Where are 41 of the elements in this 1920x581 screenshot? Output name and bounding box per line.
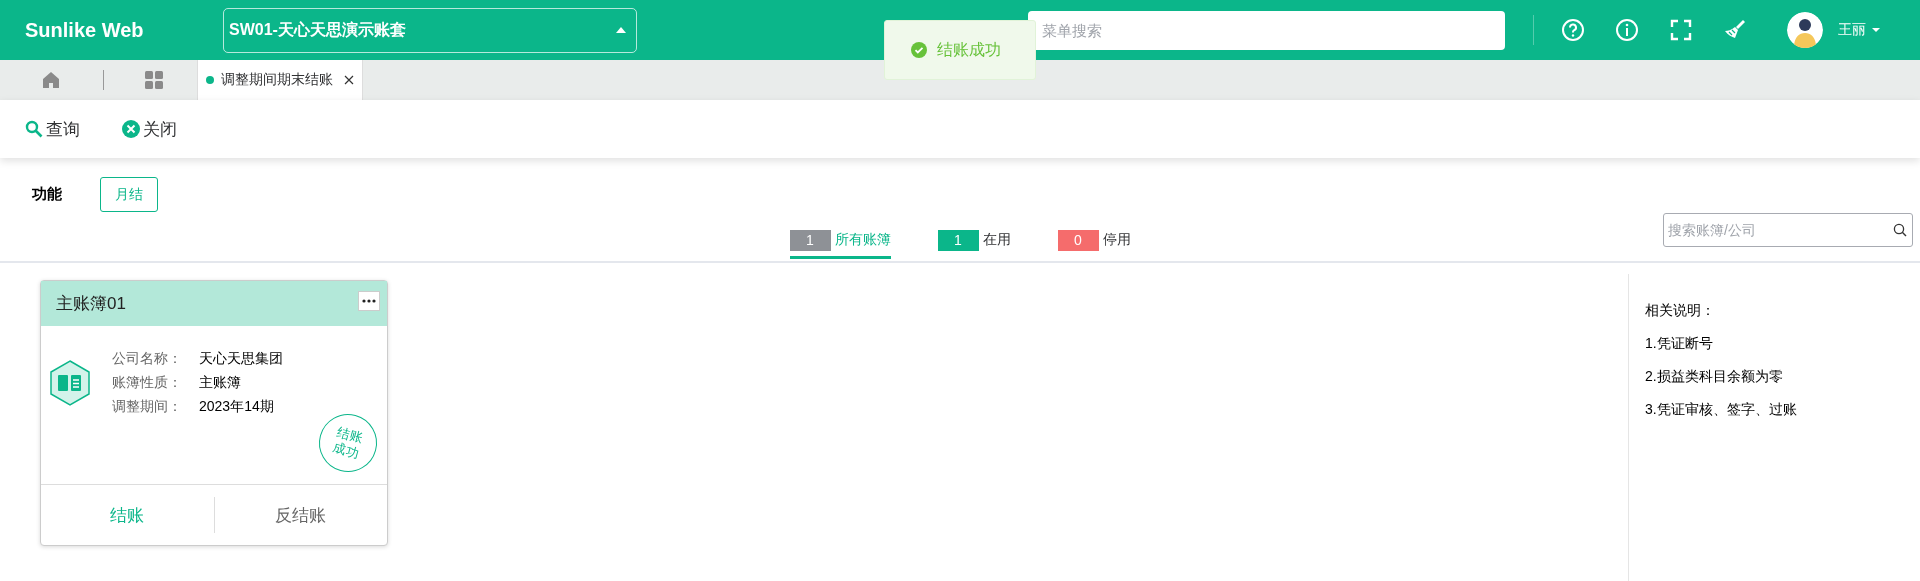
field-value: 主账簿: [199, 373, 242, 392]
card-title: 主账簿01: [56, 293, 126, 315]
field-label: 公司名称：: [112, 349, 183, 368]
help-icon[interactable]: [1561, 18, 1585, 42]
filter-tab[interactable]: 1 在用: [937, 212, 1011, 259]
grid-icon[interactable]: [144, 70, 164, 90]
toast-message: 结账成功: [937, 39, 1001, 60]
more-button[interactable]: [358, 290, 380, 311]
section-label: 功能: [32, 185, 63, 204]
fullscreen-icon[interactable]: [1669, 18, 1693, 42]
field-label: 调整期间：: [112, 397, 183, 416]
count-badge: 1: [937, 229, 979, 251]
note-item: 1.凭证断号: [1645, 334, 1714, 353]
count-badge: 0: [1057, 229, 1099, 251]
check-icon: [911, 42, 927, 58]
notes-title: 相关说明：: [1645, 301, 1716, 320]
filter-tab[interactable]: 0 停用: [1057, 212, 1131, 259]
filter-tab[interactable]: 1 所有账簿: [789, 212, 891, 259]
ellipsis-icon: [362, 298, 376, 303]
note-item: 2.损益类科目余额为零: [1645, 367, 1784, 386]
field-value: 2023年14期: [199, 397, 275, 416]
close-icon[interactable]: [344, 75, 354, 85]
count-badge: 1: [789, 229, 831, 251]
info-icon[interactable]: [1615, 18, 1639, 42]
home-icon[interactable]: [41, 70, 61, 90]
note-item: 3.凭证审核、签字、过账: [1645, 400, 1798, 419]
search-icon[interactable]: [1893, 223, 1907, 237]
card-action[interactable]: 反结账: [213, 497, 387, 533]
search-icon: [25, 120, 43, 138]
page-tab[interactable]: 调整期间期末结账: [197, 60, 363, 100]
close-button[interactable]: 关闭: [122, 117, 177, 141]
status-dot: [206, 76, 214, 84]
avatar[interactable]: [1787, 12, 1823, 48]
search-button[interactable]: 查询: [25, 117, 80, 141]
field-label: 账簿性质：: [112, 373, 183, 392]
ledger-search-field[interactable]: 搜索账簿/公司: [1663, 213, 1913, 247]
menu-search-field[interactable]: 菜单搜索: [1028, 10, 1505, 50]
close-icon: [122, 120, 140, 138]
app-logo: Sunlike Web: [25, 18, 145, 42]
ledger-icon: [49, 360, 91, 406]
field-value: 天心天思集团: [199, 349, 283, 368]
